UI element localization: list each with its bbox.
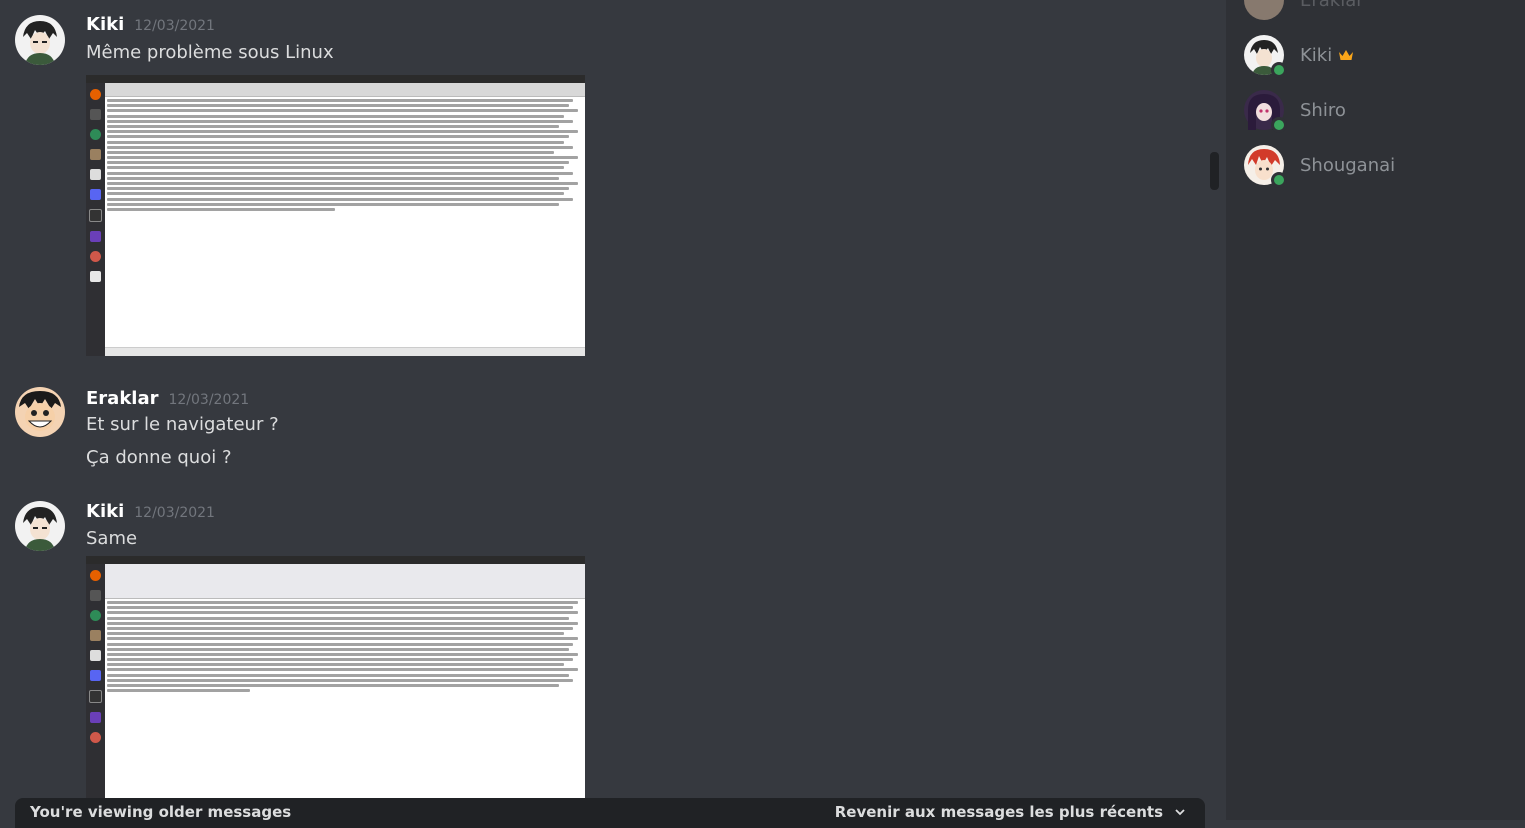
avatar[interactable]: [15, 15, 65, 65]
member-name: Shouganai: [1300, 154, 1396, 176]
author-name[interactable]: Kiki: [86, 14, 124, 35]
message-group: Kiki 12/03/2021 Même problème sous Linux: [0, 0, 1190, 370]
avatar: [1244, 35, 1287, 78]
author-name[interactable]: Kiki: [86, 501, 124, 522]
message-text: Même problème sous Linux: [86, 42, 334, 63]
timestamp: 12/03/2021: [134, 505, 215, 521]
message-text: Same: [86, 528, 138, 549]
message-text: Et sur le navigateur ?: [86, 414, 279, 435]
member-name: Shiro: [1300, 99, 1346, 121]
screenshot-dock: [86, 83, 105, 356]
chevron-down-icon: [1175, 809, 1185, 816]
member-item[interactable]: Shouganai: [1244, 145, 1396, 188]
message-group: Kiki 12/03/2021 Same: [0, 490, 1190, 820]
author-name[interactable]: Eraklar: [86, 388, 158, 409]
image-attachment[interactable]: [86, 556, 585, 820]
member-name: Eraklar: [1300, 0, 1364, 11]
timestamp: 12/03/2021: [134, 18, 215, 34]
screenshot-top-bar: [86, 556, 585, 564]
avatar[interactable]: [15, 387, 65, 437]
jump-to-present-label: Revenir aux messages les plus récents: [834, 803, 1163, 821]
avatar[interactable]: [15, 501, 65, 551]
image-attachment[interactable]: [86, 75, 585, 356]
online-status-icon: [1271, 172, 1287, 188]
message-text: Ça donne quoi ?: [86, 447, 232, 468]
screenshot-dock: [86, 564, 105, 820]
timestamp: 12/03/2021: [168, 392, 250, 408]
screenshot-status-bar: [105, 347, 585, 356]
screenshot-page-text: [105, 599, 585, 820]
member-item[interactable]: Kiki: [1244, 35, 1354, 78]
online-status-icon: [1271, 117, 1287, 133]
screenshot-top-bar: [86, 75, 585, 83]
screenshot-xml-text: [105, 97, 585, 348]
member-item[interactable]: Shiro: [1244, 90, 1346, 133]
member-list: Eraklar Kiki Shiro Shouganai: [1226, 0, 1525, 820]
avatar: [1244, 145, 1287, 188]
avatar: [1244, 0, 1284, 20]
jump-to-present-button[interactable]: Revenir aux messages les plus récents: [835, 803, 1185, 821]
member-name: Kiki: [1300, 44, 1333, 66]
screenshot-browser-toolbar: [105, 564, 585, 599]
crown-icon: [1339, 50, 1354, 60]
member-item[interactable]: Eraklar: [1244, 0, 1364, 20]
screenshot-editor-header: [105, 83, 585, 97]
older-messages-bar: You're viewing older messages Revenir au…: [15, 798, 1205, 828]
online-status-icon: [1271, 62, 1287, 78]
avatar: [1244, 90, 1287, 133]
message-group: Eraklar 12/03/2021 Et sur le navigateur …: [0, 370, 1190, 490]
scrollbar-thumb[interactable]: [1210, 152, 1219, 190]
message-list: Kiki 12/03/2021 Même problème sous Linux: [0, 0, 1206, 820]
older-messages-notice: You're viewing older messages: [30, 803, 292, 821]
